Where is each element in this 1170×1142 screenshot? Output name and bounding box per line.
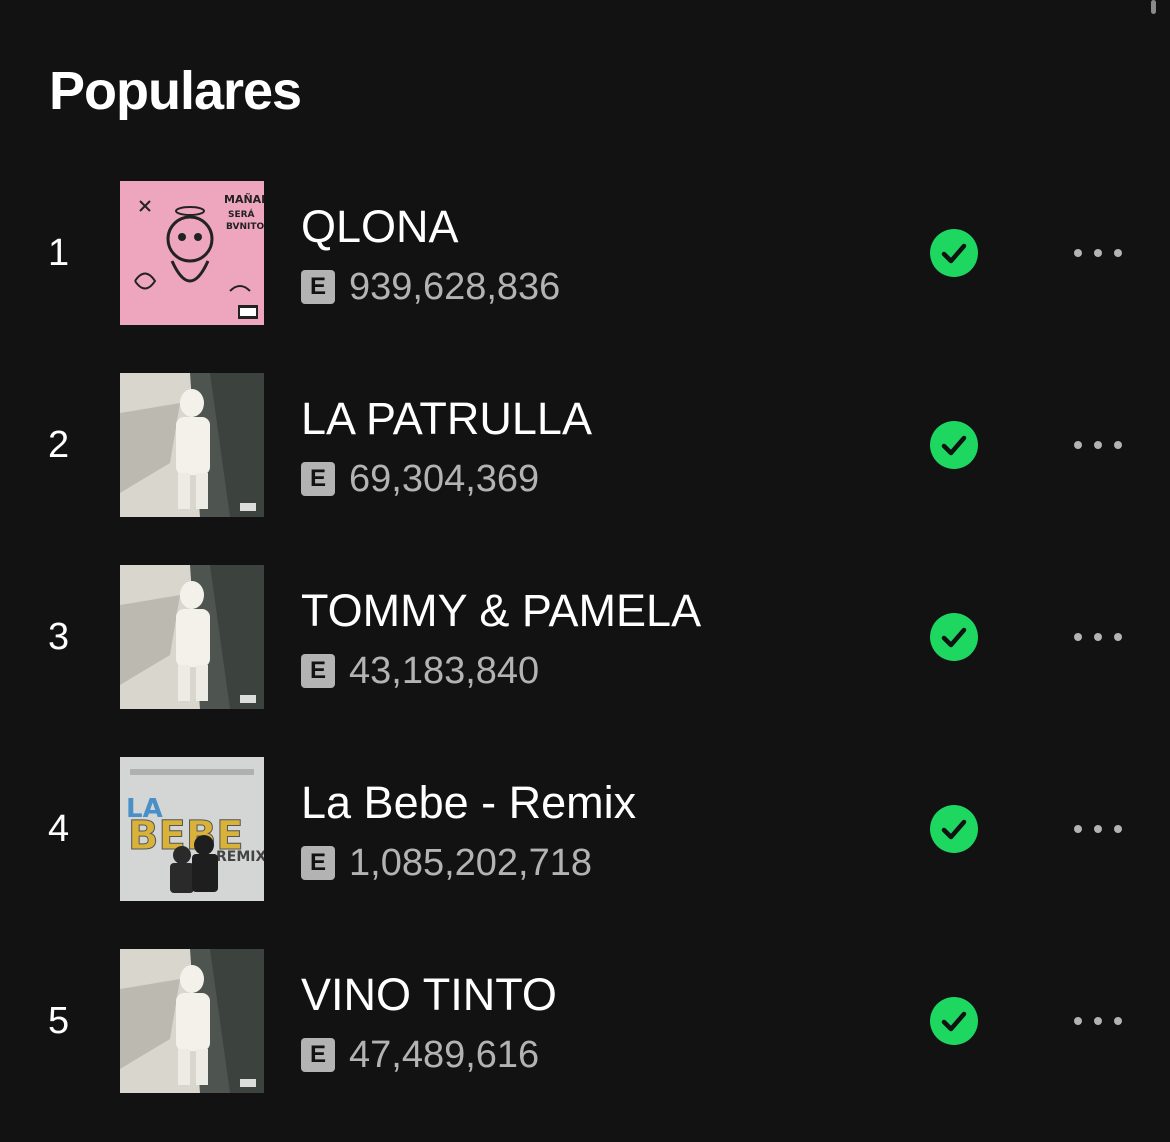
more-options-icon[interactable]	[1068, 809, 1128, 849]
explicit-badge: E	[301, 270, 335, 304]
check-circle-icon[interactable]	[930, 997, 978, 1045]
grayscale-figure-cover	[120, 373, 264, 517]
track-rank: 5	[48, 1000, 70, 1042]
track-row[interactable]: 1 MAÑANA SERÁ BVNITO QLONA E 939	[0, 181, 1170, 325]
album-cover: LA BEBE REMIX	[120, 757, 264, 901]
track-title[interactable]: VINO TINTO	[301, 969, 557, 1021]
track-row[interactable]: 2 LA PATRULLA E 69,304,369	[0, 373, 1170, 517]
track-title[interactable]: TOMMY & PAMELA	[301, 585, 701, 637]
track-title[interactable]: LA PATRULLA	[301, 393, 592, 445]
grayscale-figure-cover	[120, 565, 264, 709]
check-circle-icon[interactable]	[930, 805, 978, 853]
track-meta: E 47,489,616	[301, 1035, 539, 1075]
more-options-icon[interactable]	[1068, 617, 1128, 657]
svg-text:BVNITO: BVNITO	[226, 222, 264, 232]
play-count: 1,085,202,718	[349, 842, 593, 884]
more-options-icon[interactable]	[1068, 425, 1128, 465]
more-options-icon[interactable]	[1068, 233, 1128, 273]
track-rank: 3	[48, 616, 70, 658]
explicit-badge: E	[301, 846, 335, 880]
track-meta: E 1,085,202,718	[301, 843, 592, 883]
track-rank: 1	[48, 232, 70, 274]
pink-doodle-cover: MAÑANA SERÁ BVNITO	[120, 181, 264, 325]
check-circle-icon[interactable]	[930, 421, 978, 469]
track-row[interactable]: 3 TOMMY & PAMELA E 43,183,840	[0, 565, 1170, 709]
play-count: 69,304,369	[349, 458, 540, 500]
track-row[interactable]: 4 LA BEBE REMIX La Bebe - Remix E 1,085,…	[0, 757, 1170, 901]
album-cover	[120, 565, 264, 709]
album-cover	[120, 373, 264, 517]
svg-text:SERÁ: SERÁ	[228, 208, 255, 220]
track-meta: E 939,628,836	[301, 267, 560, 307]
track-title[interactable]: La Bebe - Remix	[301, 777, 636, 829]
track-list: 1 MAÑANA SERÁ BVNITO QLONA E 939	[0, 181, 1170, 1141]
explicit-badge: E	[301, 1038, 335, 1072]
section-title: Populares	[49, 61, 302, 121]
svg-text:REMIX: REMIX	[216, 849, 264, 865]
track-meta: E 69,304,369	[301, 459, 539, 499]
album-cover	[120, 949, 264, 1093]
scroll-indicator[interactable]	[1151, 0, 1156, 14]
play-count: 43,183,840	[349, 650, 540, 692]
more-options-icon[interactable]	[1068, 1001, 1128, 1041]
track-title[interactable]: QLONA	[301, 201, 459, 253]
track-rank: 2	[48, 424, 70, 466]
album-cover: MAÑANA SERÁ BVNITO	[120, 181, 264, 325]
svg-text:MAÑANA: MAÑANA	[224, 193, 264, 206]
track-meta: E 43,183,840	[301, 651, 539, 691]
play-count: 47,489,616	[349, 1034, 540, 1076]
track-row[interactable]: 5 VINO TINTO E 47,489,616	[0, 949, 1170, 1093]
track-rank: 4	[48, 808, 70, 850]
explicit-badge: E	[301, 462, 335, 496]
explicit-badge: E	[301, 654, 335, 688]
check-circle-icon[interactable]	[930, 613, 978, 661]
play-count: 939,628,836	[349, 266, 561, 308]
check-circle-icon[interactable]	[930, 229, 978, 277]
balloon-letters-cover: LA BEBE REMIX	[120, 757, 264, 901]
grayscale-figure-cover	[120, 949, 264, 1093]
